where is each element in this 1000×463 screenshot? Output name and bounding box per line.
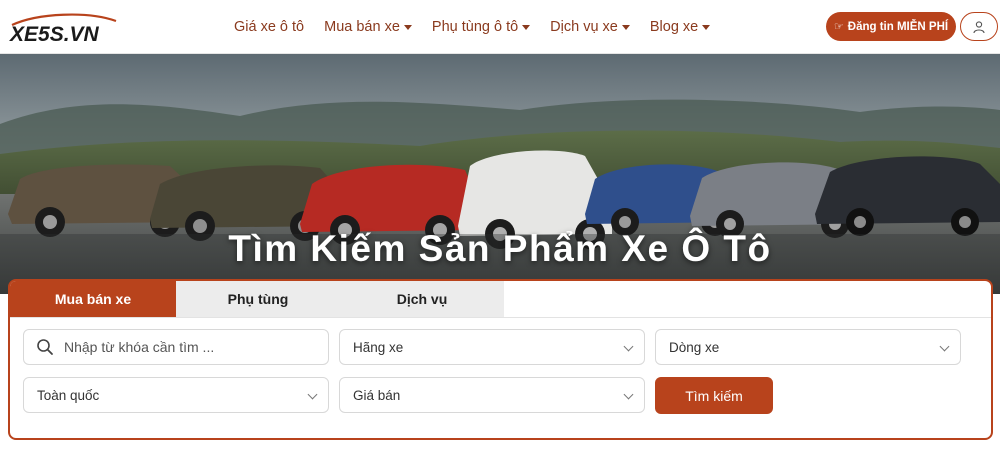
logo-text: XE5S.VN	[9, 23, 100, 45]
chevron-down-icon	[307, 389, 318, 400]
price-select[interactable]: Giá bán	[339, 377, 645, 413]
user-account-button[interactable]	[960, 12, 998, 41]
hero-banner: Tìm Kiếm Sản Phẩm Xe Ô Tô	[0, 54, 1000, 294]
nav-blog[interactable]: Blog xe	[640, 0, 720, 54]
tab-dich-vu[interactable]: Dịch vụ	[340, 281, 504, 317]
caret-down-icon	[522, 24, 531, 30]
nav-phu-tung[interactable]: Phụ tùng ô tô	[422, 0, 540, 54]
nav-label: Mua bán xe	[324, 19, 400, 35]
site-header: XE5S.VN Giá xe ô tô Mua bán xe Phụ tùng …	[0, 0, 1000, 54]
chevron-down-icon	[623, 389, 634, 400]
caret-down-icon	[621, 24, 630, 30]
tab-mua-ban-xe[interactable]: Mua bán xe	[10, 281, 176, 317]
search-tabs: Mua bán xe Phụ tùng Dịch vụ	[10, 281, 504, 317]
nav-dich-vu[interactable]: Dịch vụ xe	[540, 0, 640, 54]
nav-label: Blog xe	[649, 19, 699, 35]
nav-gia-xe[interactable]: Giá xe ô tô	[224, 0, 314, 54]
main-nav: Giá xe ô tô Mua bán xe Phụ tùng ô tô Dịc…	[224, 0, 720, 54]
search-icon	[37, 339, 53, 355]
post-free-label: Đăng tin MIỄN PHÍ	[847, 20, 949, 33]
hero-title: Tìm Kiếm Sản Phẩm Xe Ô Tô	[228, 228, 772, 269]
model-select[interactable]: Dòng xe	[655, 329, 961, 365]
nav-mua-ban-xe[interactable]: Mua bán xe	[314, 0, 422, 54]
chevron-down-icon	[623, 341, 634, 352]
region-select[interactable]: Toàn quốc	[23, 377, 329, 413]
brand-select-value: Hãng xe	[353, 339, 404, 355]
search-panel: Mua bán xe Phụ tùng Dịch vụ Hãng xe Dòng…	[8, 279, 993, 440]
hand-pointer-icon: ☞	[833, 21, 844, 33]
nav-label: Giá xe ô tô	[234, 19, 305, 35]
search-submit-button[interactable]: Tìm kiếm	[655, 377, 773, 414]
model-select-value: Dòng xe	[669, 339, 720, 355]
caret-down-icon	[702, 24, 711, 30]
nav-label: Phụ tùng ô tô	[431, 19, 519, 35]
keyword-input[interactable]	[64, 339, 314, 355]
caret-down-icon	[403, 24, 412, 30]
tabs-divider	[10, 317, 991, 318]
keyword-search-field[interactable]	[23, 329, 329, 365]
post-free-button[interactable]: ☞ Đăng tin MIỄN PHÍ	[826, 12, 956, 41]
tab-phu-tung[interactable]: Phụ tùng	[176, 281, 340, 317]
region-select-value: Toàn quốc	[37, 387, 100, 403]
chevron-down-icon	[939, 341, 950, 352]
nav-label: Dịch vụ xe	[550, 19, 618, 35]
price-select-value: Giá bán	[353, 387, 401, 403]
brand-select[interactable]: Hãng xe	[339, 329, 645, 365]
site-logo[interactable]: XE5S.VN	[8, 11, 120, 46]
user-icon	[973, 20, 985, 33]
